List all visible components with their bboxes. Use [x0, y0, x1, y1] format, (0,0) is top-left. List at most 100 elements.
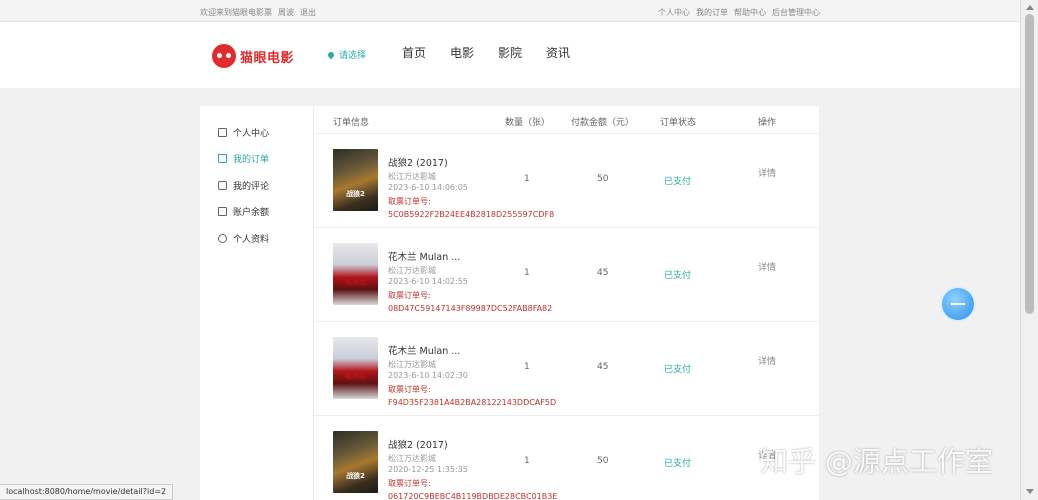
- movie-poster[interactable]: 战狼2: [333, 431, 378, 493]
- main-nav: 首页 电影 影院 资讯: [402, 44, 594, 61]
- bag-icon: [218, 154, 227, 163]
- order-row: 战狼2 战狼2 (2017) 松江万达影城 2020-12-25 1:35:35…: [314, 416, 819, 500]
- movie-title[interactable]: 花木兰 Mulan ...: [388, 249, 460, 263]
- page-body: 个人中心 我的订单 我的评论 账户余额 个人资料 订单信息 数量（张） 付款金额…: [0, 88, 1020, 500]
- order-row: 花木兰 花木兰 Mulan ... 松江万达影城 2023-6-10 14:02…: [314, 322, 819, 416]
- orders-panel: 订单信息 数量（张） 付款金额（元） 订单状态 操作 战狼2 战狼2 (2017…: [314, 106, 819, 500]
- poster-title: 战狼2: [346, 190, 365, 198]
- sidebar-item-label: 个人资料: [233, 235, 270, 245]
- movie-poster[interactable]: 花木兰: [333, 337, 378, 399]
- cinema-name: 松江万达影城: [388, 172, 436, 181]
- nav-news[interactable]: 资讯: [546, 44, 570, 61]
- sidebar-item-label: 账户余额: [233, 208, 270, 218]
- nav-cinemas[interactable]: 影院: [498, 44, 522, 61]
- sidebar-item-label: 个人中心: [233, 129, 270, 139]
- show-time: 2023-6-10 14:02:30: [388, 371, 468, 380]
- order-status: 已支付: [664, 271, 692, 281]
- scrollbar-thumb[interactable]: [1025, 14, 1034, 314]
- sidebar-item-my-comments[interactable]: 我的评论: [218, 179, 269, 192]
- ticket-code-label: 取票订单号:: [388, 291, 431, 300]
- floating-chat-button[interactable]: [942, 288, 974, 320]
- orders-table-header: 订单信息 数量（张） 付款金额（元） 订单状态 操作: [314, 106, 819, 134]
- poster-title: 战狼2: [346, 472, 365, 480]
- col-order-info: 订单信息: [333, 118, 370, 128]
- show-time: 2020-12-25 1:35:35: [388, 465, 468, 474]
- cat-logo-icon: [212, 44, 236, 68]
- page-scrollbar[interactable]: [1020, 0, 1038, 500]
- location-pin-icon: [326, 50, 336, 59]
- poster-title: 花木兰: [345, 278, 366, 286]
- movie-poster[interactable]: 花木兰: [333, 243, 378, 305]
- ticket-code-label: 取票订单号:: [388, 385, 431, 394]
- top-link-orders[interactable]: 我的订单: [696, 7, 728, 18]
- nav-movies[interactable]: 电影: [450, 44, 474, 61]
- cinema-name: 松江万达影城: [388, 454, 436, 463]
- site-logo[interactable]: 猫眼电影: [212, 44, 294, 68]
- ticket-code-label: 取票订单号:: [388, 479, 431, 488]
- order-row: 战狼2 战狼2 (2017) 松江万达影城 2023-6-10 14:06:05…: [314, 134, 819, 228]
- order-quantity: 1: [524, 268, 530, 278]
- col-action: 操作: [758, 118, 777, 128]
- order-row: 花木兰 花木兰 Mulan ... 松江万达影城 2023-6-10 14:02…: [314, 228, 819, 322]
- logo-text: 猫眼电影: [240, 50, 295, 66]
- sidebar-item-personal-info[interactable]: 个人资料: [218, 232, 269, 245]
- order-status: 已支付: [664, 365, 692, 375]
- welcome-area: 欢迎来到猫眼电影票 周波 退出: [200, 7, 316, 18]
- scroll-up-arrow-icon[interactable]: [1026, 5, 1034, 10]
- top-link-help[interactable]: 帮助中心: [734, 7, 766, 18]
- welcome-text: 欢迎来到猫眼电影票: [200, 8, 272, 17]
- username-link[interactable]: 周波: [278, 7, 294, 18]
- order-amount: 45: [597, 268, 609, 278]
- order-quantity: 1: [524, 456, 530, 466]
- sidebar-item-profile-center[interactable]: 个人中心: [218, 126, 269, 139]
- sidebar-item-my-orders[interactable]: 我的订单: [218, 152, 269, 165]
- movie-title[interactable]: 花木兰 Mulan ...: [388, 343, 460, 357]
- browser-status-url: localhost:8080/home/movie/detail?id=2: [0, 484, 174, 500]
- movie-title[interactable]: 战狼2 (2017): [388, 437, 448, 451]
- comment-icon: [218, 181, 227, 190]
- watermark: 知乎 @源点工作室: [760, 445, 993, 478]
- movie-poster[interactable]: 战狼2: [333, 149, 378, 211]
- sidebar-item-label: 我的评论: [233, 182, 270, 192]
- poster-title: 花木兰: [345, 372, 366, 380]
- grid-icon: [218, 128, 227, 137]
- user-icon: [218, 234, 227, 243]
- order-amount: 50: [597, 456, 609, 466]
- sidebar-item-balance[interactable]: 账户余额: [218, 205, 269, 218]
- order-detail-link[interactable]: 详情: [758, 354, 776, 367]
- logout-link[interactable]: 退出: [300, 7, 316, 18]
- col-quantity: 数量（张）: [505, 118, 551, 128]
- city-placeholder: 请选择: [339, 51, 367, 61]
- order-detail-link[interactable]: 详情: [758, 166, 776, 179]
- cinema-name: 松江万达影城: [388, 360, 436, 369]
- show-time: 2023-6-10 14:06:05: [388, 183, 468, 192]
- ticket-code: 061720C9BEBC4B119BDBDE28CBC01B3E: [388, 492, 558, 500]
- movie-title[interactable]: 战狼2 (2017): [388, 155, 448, 169]
- account-sidebar: 个人中心 我的订单 我的评论 账户余额 个人资料: [200, 106, 314, 500]
- cinema-name: 松江万达影城: [388, 266, 436, 275]
- city-selector[interactable]: 请选择: [326, 48, 367, 61]
- col-status: 订单状态: [660, 118, 697, 128]
- order-detail-link[interactable]: 详情: [758, 260, 776, 273]
- show-time: 2023-6-10 14:02:55: [388, 277, 468, 286]
- wallet-icon: [218, 207, 227, 216]
- col-amount: 付款金额（元）: [571, 118, 635, 128]
- nav-home[interactable]: 首页: [402, 44, 426, 61]
- ticket-code: 5C0B5922F2B24EE4B2818D255597CDF8: [388, 210, 555, 219]
- top-utility-bar: 欢迎来到猫眼电影票 周波 退出 个人中心 我的订单 帮助中心 后台管理中心: [0, 0, 1020, 22]
- order-status: 已支付: [664, 177, 692, 187]
- top-link-admin[interactable]: 后台管理中心: [772, 7, 820, 18]
- order-quantity: 1: [524, 174, 530, 184]
- order-quantity: 1: [524, 362, 530, 372]
- order-status: 已支付: [664, 459, 692, 469]
- top-link-profile[interactable]: 个人中心: [658, 7, 690, 18]
- top-links: 个人中心 我的订单 帮助中心 后台管理中心: [658, 7, 820, 18]
- ticket-code: 08D47C59147143F89987DC52FAB8FA82: [388, 304, 553, 313]
- order-amount: 50: [597, 174, 609, 184]
- scroll-down-arrow-icon[interactable]: [1026, 489, 1034, 494]
- ticket-code: F94D35F2381A4B2BA28122143DDCAF5D: [388, 398, 557, 407]
- order-amount: 45: [597, 362, 609, 372]
- sidebar-item-label: 我的订单: [233, 155, 270, 165]
- site-header: 猫眼电影 请选择 首页 电影 影院 资讯: [0, 22, 1020, 88]
- ticket-code-label: 取票订单号:: [388, 197, 431, 206]
